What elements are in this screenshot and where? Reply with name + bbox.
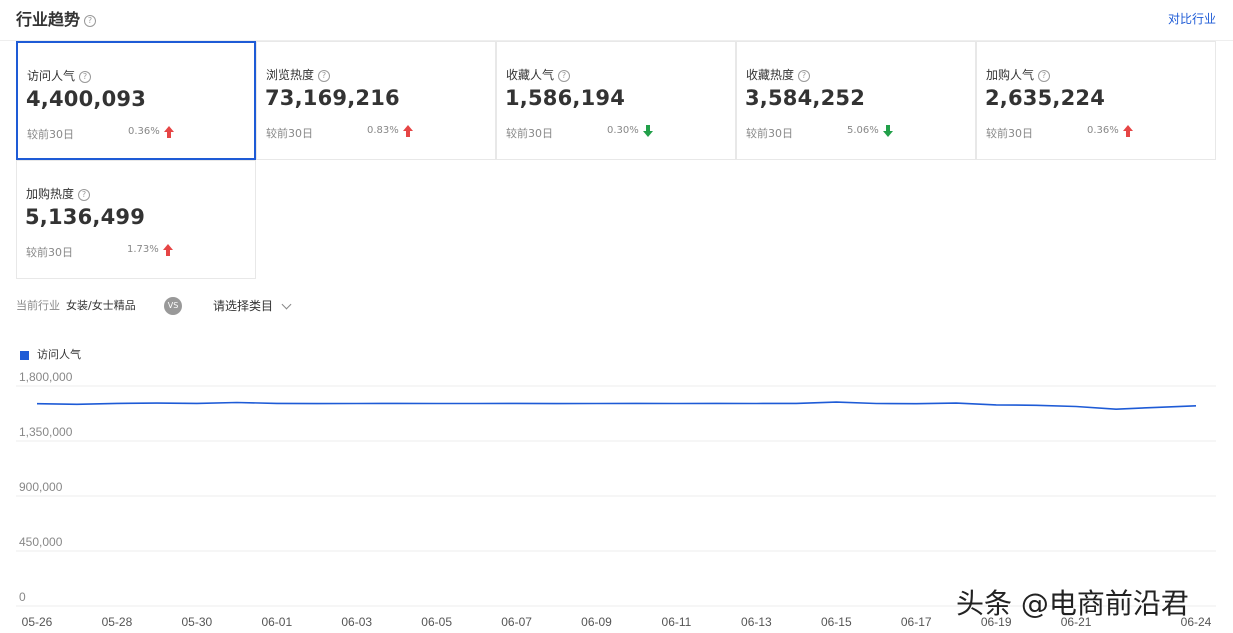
help-icon[interactable]: ? <box>78 188 91 201</box>
metric-pct: 1.73% <box>127 244 159 255</box>
help-icon[interactable]: ? <box>798 69 811 82</box>
metric-compare: 较前30日 <box>27 128 74 141</box>
current-industry-value: 女装/女士精品 <box>66 299 136 312</box>
x-tick-label: 06-03 <box>341 615 372 629</box>
vs-badge: VS <box>164 297 182 315</box>
category-select[interactable]: 请选择类目 <box>213 297 292 314</box>
arrow-up-icon <box>1123 125 1133 137</box>
y-tick-label: 1,350,000 <box>19 425 73 439</box>
help-icon[interactable]: ? <box>318 69 331 82</box>
series-line[interactable] <box>36 401 1197 411</box>
help-icon[interactable]: ? <box>558 69 571 82</box>
metric-compare: 较前30日 <box>986 127 1033 140</box>
x-tick-label: 06-13 <box>741 615 772 629</box>
metric-compare: 较前30日 <box>746 127 793 140</box>
metric-value: 3,584,252 <box>745 86 866 110</box>
metric-card[interactable]: 访问人气? 4,400,093 较前30日 0.36% <box>16 41 256 160</box>
x-tick-label: 06-15 <box>821 615 852 629</box>
metric-pct: 0.30% <box>607 125 639 136</box>
metric-compare: 较前30日 <box>266 127 313 140</box>
x-tick-label: 06-09 <box>581 615 612 629</box>
metric-value: 73,169,216 <box>265 86 400 110</box>
metric-card[interactable]: 收藏人气? 1,586,194 较前30日 0.30% <box>496 41 736 160</box>
page-title: 行业趋势? <box>16 6 97 30</box>
metric-label: 加购人气? <box>986 66 1051 83</box>
metric-compare: 较前30日 <box>506 127 553 140</box>
x-tick-label: 05-28 <box>102 615 133 629</box>
help-icon[interactable]: ? <box>84 14 97 27</box>
help-icon[interactable]: ? <box>79 70 92 83</box>
metric-pct: 0.36% <box>1087 125 1119 136</box>
metric-label: 加购热度? <box>26 185 91 202</box>
metric-pct: 0.36% <box>128 126 160 137</box>
metric-pct: 5.06% <box>847 125 879 136</box>
metric-label: 访问人气? <box>27 67 92 84</box>
x-tick-label: 05-30 <box>182 615 213 629</box>
metric-label: 浏览热度? <box>266 66 331 83</box>
header: 行业趋势? 对比行业 <box>0 0 1233 41</box>
metric-value: 4,400,093 <box>26 87 147 111</box>
y-tick-label: 450,000 <box>19 535 63 549</box>
legend-swatch <box>20 350 29 360</box>
x-tick-label: 05-26 <box>22 615 53 629</box>
metric-label: 收藏热度? <box>746 66 811 83</box>
x-tick-label: 06-11 <box>662 615 692 629</box>
x-tick-label: 06-17 <box>901 615 932 629</box>
metric-card[interactable]: 加购热度? 5,136,499 较前30日 1.73% <box>16 160 256 279</box>
metric-card[interactable]: 收藏热度? 3,584,252 较前30日 5.06% <box>736 41 976 160</box>
arrow-up-icon <box>164 126 174 138</box>
arrow-up-icon <box>163 244 173 256</box>
x-tick-label: 06-05 <box>421 615 452 629</box>
arrow-down-icon <box>883 125 893 137</box>
compare-industry-link[interactable]: 对比行业 <box>1168 10 1216 27</box>
metric-label: 收藏人气? <box>506 66 571 83</box>
x-tick-label: 06-01 <box>261 615 292 629</box>
metric-card[interactable]: 浏览热度? 73,169,216 较前30日 0.83% <box>256 41 496 160</box>
help-icon[interactable]: ? <box>1038 69 1051 82</box>
metric-card[interactable]: 加购人气? 2,635,224 较前30日 0.36% <box>976 41 1216 160</box>
metric-value: 2,635,224 <box>985 86 1106 110</box>
x-tick-label: 06-07 <box>501 615 532 629</box>
chevron-down-icon <box>281 299 292 310</box>
arrow-down-icon <box>643 125 653 137</box>
industry-filter: 当前行业 女装/女士精品 <box>16 297 136 313</box>
current-industry-label: 当前行业 <box>16 299 60 312</box>
metric-value: 1,586,194 <box>505 86 626 110</box>
arrow-up-icon <box>403 125 413 137</box>
metric-value: 5,136,499 <box>25 205 146 229</box>
watermark: 头条 @电商前沿君 <box>956 587 1189 620</box>
y-tick-label: 1,800,000 <box>19 370 73 384</box>
metric-pct: 0.83% <box>367 125 399 136</box>
metric-compare: 较前30日 <box>26 246 73 259</box>
y-tick-label: 900,000 <box>19 480 63 494</box>
y-tick-label: 0 <box>19 590 26 604</box>
